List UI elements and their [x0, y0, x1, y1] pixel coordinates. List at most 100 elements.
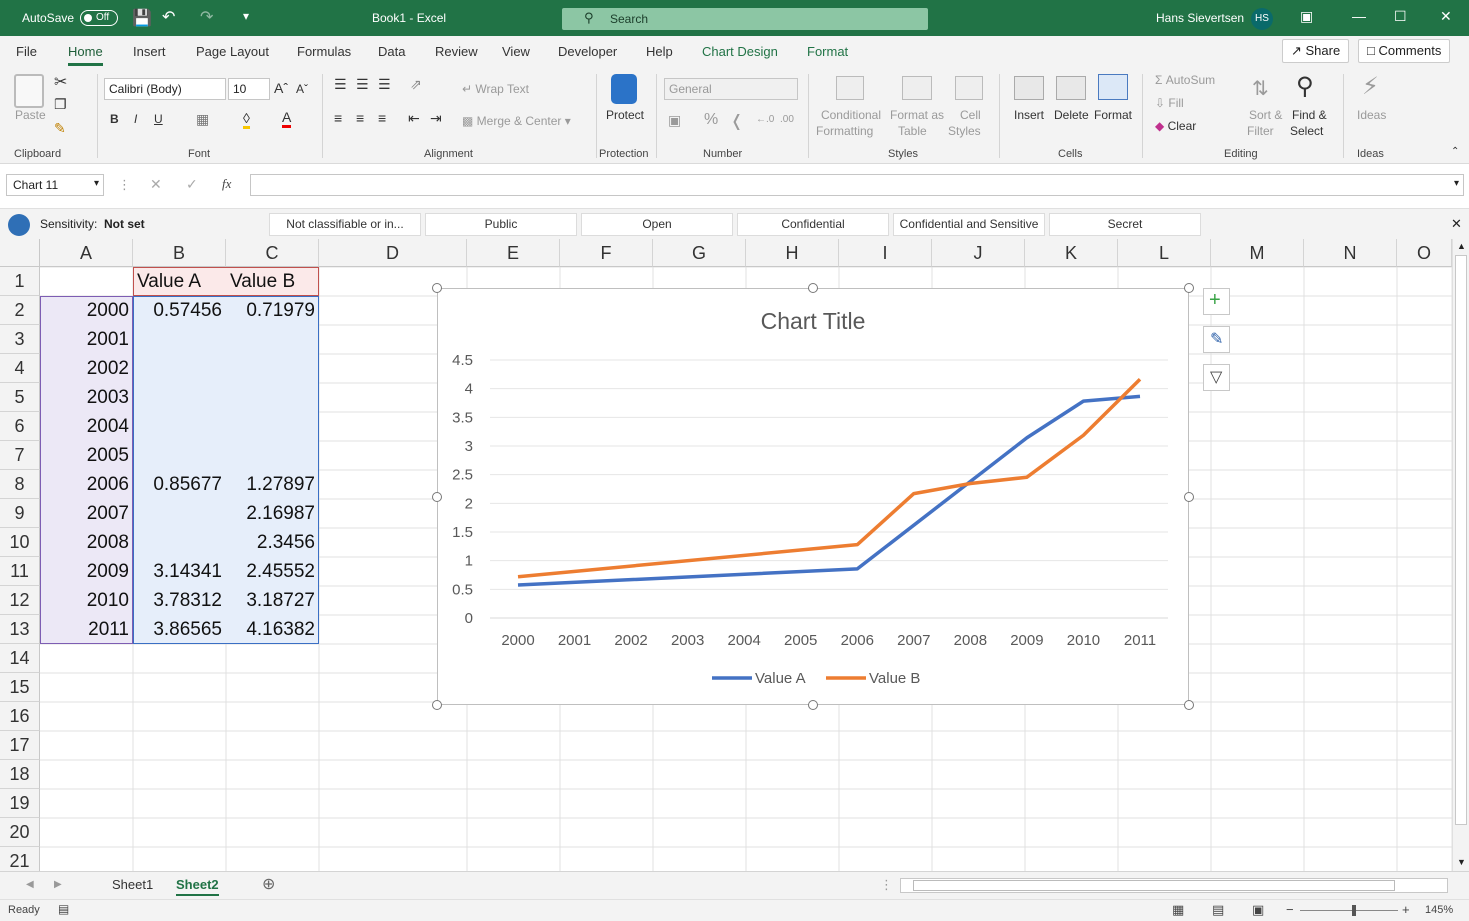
- ideas-button[interactable]: Ideas: [1357, 108, 1386, 122]
- ribbon-display-icon[interactable]: ▣: [1300, 8, 1313, 25]
- horizontal-scrollbar[interactable]: [900, 878, 1448, 893]
- split-handle-icon[interactable]: ⋮: [880, 877, 893, 893]
- column-header-f[interactable]: F: [560, 239, 653, 267]
- format-as-table-icon[interactable]: [902, 76, 932, 100]
- cell-b11[interactable]: 3.14341: [133, 557, 226, 586]
- cell-b7[interactable]: [133, 441, 226, 470]
- scroll-right-icon[interactable]: ▶: [54, 879, 62, 890]
- cell-styles-label-2[interactable]: Styles: [948, 124, 981, 138]
- minimize-icon[interactable]: —: [1352, 8, 1366, 24]
- cell-a9[interactable]: 2007: [40, 499, 133, 528]
- cell-c10[interactable]: 2.3456: [226, 528, 319, 557]
- share-button[interactable]: ↗ Share: [1282, 39, 1350, 63]
- scroll-left-icon[interactable]: ◀: [26, 879, 34, 890]
- font-color-icon[interactable]: A: [282, 109, 292, 128]
- font-size-select[interactable]: 10: [228, 78, 270, 100]
- top-align-icon[interactable]: ☰: [334, 76, 347, 93]
- middle-align-icon[interactable]: ☰: [356, 76, 369, 93]
- cell-b13[interactable]: 3.86565: [133, 615, 226, 644]
- column-header-g[interactable]: G: [653, 239, 746, 267]
- row-header-15[interactable]: 15: [0, 673, 40, 702]
- paste-button[interactable]: [14, 74, 44, 108]
- tab-file[interactable]: File: [16, 44, 37, 59]
- cell-a5[interactable]: 2003: [40, 383, 133, 412]
- cell-a1[interactable]: [40, 267, 133, 296]
- cell-c1[interactable]: Value B: [226, 267, 319, 296]
- column-header-e[interactable]: E: [467, 239, 560, 267]
- maximize-icon[interactable]: ☐: [1394, 8, 1407, 25]
- wrap-text-button[interactable]: ↵ Wrap Text: [462, 82, 529, 96]
- scroll-thumb[interactable]: [913, 880, 1395, 891]
- align-left-icon[interactable]: ≡: [334, 110, 342, 126]
- zoom-level[interactable]: 145%: [1425, 904, 1453, 916]
- sort-filter-label-2[interactable]: Filter: [1247, 124, 1274, 138]
- increase-font-icon[interactable]: Aˆ: [274, 80, 288, 96]
- format-cells-icon[interactable]: [1098, 74, 1128, 100]
- customize-qat-icon[interactable]: ▾: [243, 9, 249, 23]
- cell-c12[interactable]: 3.18727: [226, 586, 319, 615]
- cell-c7[interactable]: [226, 441, 319, 470]
- align-right-icon[interactable]: ≡: [378, 110, 386, 126]
- scroll-down-icon[interactable]: ▼: [1457, 857, 1466, 867]
- cell-c9[interactable]: 2.16987: [226, 499, 319, 528]
- close-icon[interactable]: ✕: [1440, 8, 1452, 25]
- resize-handle-sw[interactable]: [432, 700, 442, 710]
- font-name-select[interactable]: Calibri (Body): [104, 78, 226, 100]
- zoom-slider-thumb[interactable]: [1352, 905, 1356, 916]
- increase-indent-icon[interactable]: ⇥: [430, 110, 442, 127]
- row-header-20[interactable]: 20: [0, 818, 40, 847]
- tab-insert[interactable]: Insert: [133, 44, 166, 59]
- scroll-thumb[interactable]: [1455, 255, 1467, 825]
- find-select-icon[interactable]: ⚲: [1296, 72, 1314, 101]
- column-header-d[interactable]: D: [319, 239, 467, 267]
- row-header-19[interactable]: 19: [0, 789, 40, 818]
- tab-help[interactable]: Help: [646, 44, 673, 59]
- conditional-formatting-label-1[interactable]: Conditional: [820, 108, 882, 122]
- row-header-18[interactable]: 18: [0, 760, 40, 789]
- sensitivity-option-not-classifiable[interactable]: Not classifiable or in...: [269, 213, 421, 236]
- cell-styles-icon[interactable]: [955, 76, 983, 100]
- column-header-m[interactable]: M: [1211, 239, 1304, 267]
- page-layout-view-icon[interactable]: ▤: [1212, 902, 1224, 918]
- save-icon[interactable]: 💾: [132, 8, 152, 28]
- sheet-tab-sheet1[interactable]: Sheet1: [112, 877, 153, 892]
- protect-button[interactable]: Protect: [606, 108, 644, 122]
- column-header-o[interactable]: O: [1397, 239, 1452, 267]
- underline-icon[interactable]: U: [154, 112, 163, 126]
- cell-c2[interactable]: 0.71979: [226, 296, 319, 325]
- name-box[interactable]: Chart 11 ▾: [6, 174, 104, 196]
- bold-icon[interactable]: B: [110, 112, 119, 126]
- resize-handle-e[interactable]: [1184, 492, 1194, 502]
- cell-c6[interactable]: [226, 412, 319, 441]
- find-select-label-1[interactable]: Find &: [1292, 108, 1327, 122]
- tab-developer[interactable]: Developer: [558, 44, 617, 59]
- cut-icon[interactable]: ✂: [54, 72, 67, 92]
- row-header-2[interactable]: 2: [0, 296, 40, 325]
- cell-a8[interactable]: 2006: [40, 470, 133, 499]
- cell-styles-label-1[interactable]: Cell: [960, 108, 981, 122]
- conditional-formatting-icon[interactable]: [836, 76, 864, 100]
- merge-center-button[interactable]: ▩ Merge & Center ▾: [462, 114, 571, 128]
- orientation-icon[interactable]: ⇗: [410, 76, 422, 93]
- clear-button[interactable]: ◆ Clear: [1155, 119, 1196, 133]
- decrease-indent-icon[interactable]: ⇤: [408, 110, 420, 127]
- row-header-9[interactable]: 9: [0, 499, 40, 528]
- sheet-tab-sheet2[interactable]: Sheet2: [176, 877, 219, 896]
- insert-cells-icon[interactable]: [1014, 76, 1044, 100]
- decrease-decimal-icon[interactable]: .00: [780, 114, 794, 125]
- cell-a11[interactable]: 2009: [40, 557, 133, 586]
- row-header-12[interactable]: 12: [0, 586, 40, 615]
- cell-b12[interactable]: 3.78312: [133, 586, 226, 615]
- sensitivity-option-public[interactable]: Public: [425, 213, 577, 236]
- tab-view[interactable]: View: [502, 44, 530, 59]
- cell-b3[interactable]: [133, 325, 226, 354]
- cell-a3[interactable]: 2001: [40, 325, 133, 354]
- ideas-icon[interactable]: ⚡: [1362, 72, 1379, 101]
- cell-a7[interactable]: 2005: [40, 441, 133, 470]
- user-name[interactable]: Hans Sievertsen: [1156, 11, 1244, 25]
- percent-icon[interactable]: %: [704, 111, 718, 129]
- resize-handle-ne[interactable]: [1184, 283, 1194, 293]
- zoom-in-icon[interactable]: +: [1402, 902, 1410, 917]
- tab-formulas[interactable]: Formulas: [297, 44, 351, 59]
- cell-b2[interactable]: 0.57456: [133, 296, 226, 325]
